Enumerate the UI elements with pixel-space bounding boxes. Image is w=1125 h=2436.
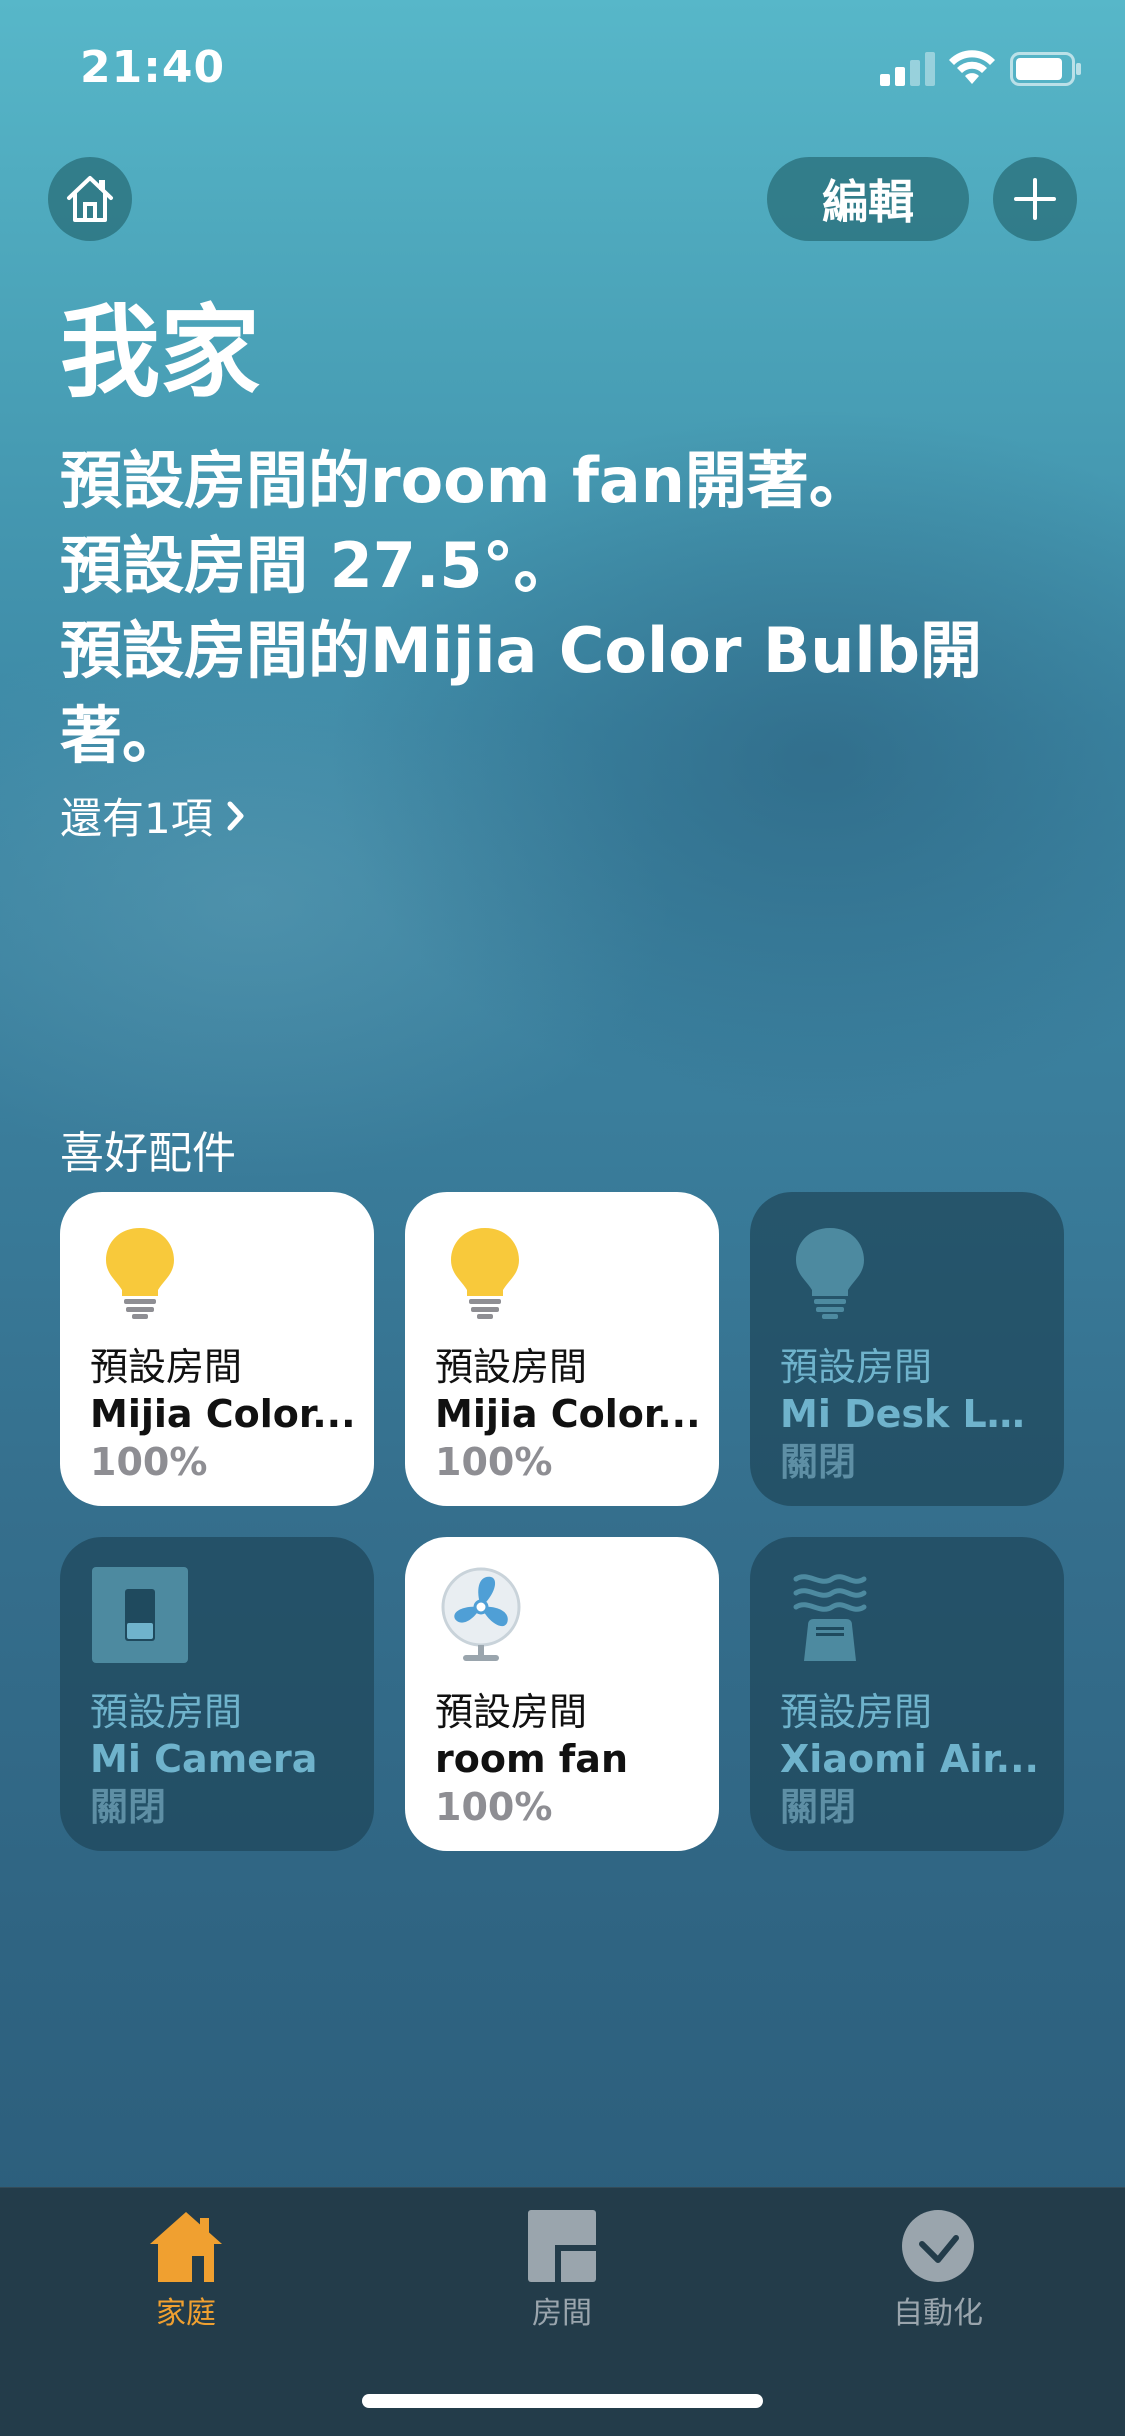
- tab-rooms[interactable]: 房間: [462, 2208, 662, 2348]
- tile-state: 100%: [435, 1785, 553, 1829]
- more-status-label: 還有1項: [60, 794, 213, 843]
- cellular-signal-icon: [880, 52, 935, 86]
- edit-button[interactable]: 編輯: [767, 157, 969, 241]
- favorites-title: 喜好配件: [60, 1128, 236, 1179]
- house-icon: [150, 2212, 222, 2282]
- tile-name: Mi Camera: [90, 1737, 318, 1781]
- tile-room: 預設房間: [435, 1690, 588, 1734]
- home-indicator: [362, 2394, 763, 2408]
- automation-icon: [902, 2210, 974, 2282]
- lightbulb-icon: [451, 1228, 519, 1319]
- home-screen: 21:40 編輯 我家 預設房間的room fan開著。 預設房間 27.5°。: [0, 0, 1125, 2436]
- rooms-icon: [528, 2210, 596, 2282]
- tile-name: Xiaomi Air...: [780, 1737, 1039, 1781]
- house-outline-icon: [67, 176, 113, 222]
- tile-room: 預設房間: [90, 1690, 243, 1734]
- tile-state: 100%: [90, 1440, 208, 1484]
- tile-state: 關閉: [90, 1785, 167, 1829]
- battery-icon: [1010, 52, 1081, 86]
- tile-name: Mijia Color...: [90, 1392, 356, 1436]
- accessory-tile-mi-desk-lamp[interactable]: 預設房間 Mi Desk La... 關閉: [750, 1192, 1064, 1506]
- lightbulb-icon: [106, 1228, 174, 1319]
- summary-line: 預設房間的room fan開著。: [60, 444, 871, 517]
- tile-room: 預設房間: [780, 1345, 933, 1389]
- tile-name: Mijia Color...: [435, 1392, 701, 1436]
- tile-room: 預設房間: [780, 1690, 933, 1734]
- home-title: 我家: [60, 294, 260, 411]
- tab-automation[interactable]: 自動化: [838, 2208, 1038, 2348]
- status-summary: 預設房間的room fan開著。 預設房間 27.5°。 預設房間的Mijia …: [60, 438, 1060, 778]
- tile-name: room fan: [435, 1737, 629, 1781]
- tile-state: 關閉: [780, 1440, 857, 1484]
- accessory-tile-mi-camera[interactable]: 預設房間 Mi Camera 關閉: [60, 1537, 374, 1851]
- tab-automation-label: 自動化: [893, 2296, 983, 2331]
- tile-state: 關閉: [780, 1785, 857, 1829]
- tab-home[interactable]: 家庭: [86, 2208, 286, 2348]
- tile-room: 預設房間: [90, 1345, 243, 1389]
- wifi-icon: [949, 50, 995, 84]
- tile-state: 100%: [435, 1440, 553, 1484]
- fan-icon: [441, 1567, 521, 1661]
- accessory-tile-mijia-bulb-1[interactable]: 預設房間 Mijia Color... 100%: [60, 1192, 374, 1506]
- home-settings-button[interactable]: [48, 157, 132, 241]
- chevron-right-icon: [227, 801, 244, 830]
- summary-line: 預設房間的Mijia Color Bulb開著。: [60, 614, 983, 772]
- accessory-tile-mijia-bulb-2[interactable]: 預設房間 Mijia Color... 100%: [405, 1192, 719, 1506]
- tab-home-label: 家庭: [156, 2296, 216, 2331]
- accessory-tile-xiaomi-air-purifier[interactable]: 預設房間 Xiaomi Air... 關閉: [750, 1537, 1064, 1851]
- status-time: 21:40: [80, 42, 226, 93]
- switch-icon: [92, 1567, 188, 1663]
- air-purifier-icon: [793, 1574, 867, 1661]
- accessory-tile-room-fan[interactable]: 預設房間 room fan 100%: [405, 1537, 719, 1851]
- plus-icon: [1014, 178, 1056, 220]
- lightbulb-icon: [796, 1228, 864, 1319]
- add-button[interactable]: [993, 157, 1077, 241]
- tab-rooms-label: 房間: [532, 2296, 592, 2331]
- tile-name: Mi Desk La...: [780, 1392, 1046, 1436]
- summary-line: 預設房間 27.5°。: [60, 529, 576, 602]
- more-status-link[interactable]: 還有1項: [60, 785, 247, 846]
- tile-room: 預設房間: [435, 1345, 588, 1389]
